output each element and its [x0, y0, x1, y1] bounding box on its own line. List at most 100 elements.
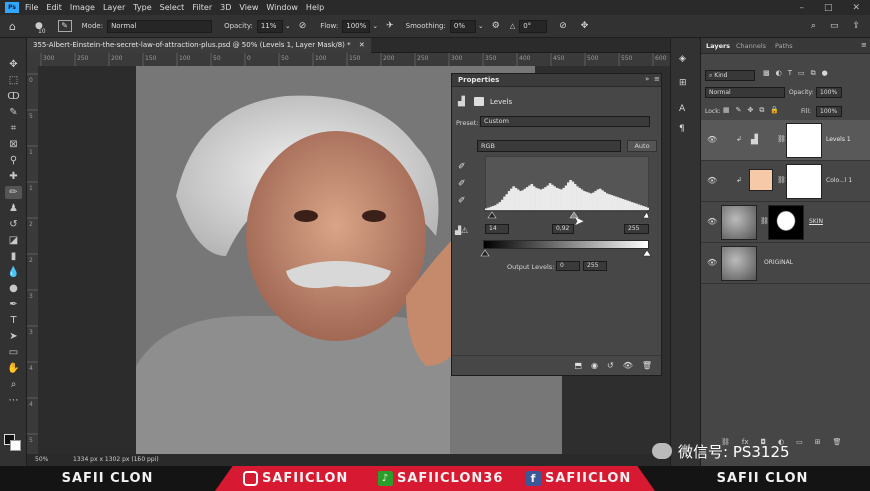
- smart-filter-icon[interactable]: ⧉: [811, 69, 816, 78]
- adjustments-panel-icon[interactable]: ⊞: [679, 78, 687, 88]
- visibility-eye-icon[interactable]: 👁: [707, 217, 717, 226]
- home-icon[interactable]: ⌂: [9, 20, 16, 33]
- layer-mask-thumbnail[interactable]: [768, 205, 804, 240]
- minimize-icon[interactable]: –: [799, 3, 804, 13]
- maximize-icon[interactable]: □: [824, 3, 833, 13]
- input-sliders[interactable]: [485, 211, 649, 219]
- search-icon[interactable]: ⌕: [811, 21, 816, 31]
- menu-window[interactable]: Window: [266, 3, 298, 12]
- zoom-level[interactable]: 50%: [35, 456, 48, 463]
- opacity-dropdown-icon[interactable]: ⌄: [285, 22, 291, 30]
- input-white-field[interactable]: 255: [624, 224, 649, 234]
- type-filter-icon[interactable]: T: [788, 69, 792, 78]
- zoom-tool-icon[interactable]: ⌕: [5, 378, 22, 391]
- pen-tool-icon[interactable]: ✒: [5, 298, 22, 311]
- mode-select[interactable]: Normal: [107, 19, 213, 33]
- input-black-field[interactable]: 14: [485, 224, 509, 234]
- layer-name[interactable]: ORIGINAL: [764, 259, 793, 266]
- quick-select-tool-icon[interactable]: ✎: [5, 106, 22, 119]
- lock-all-icon[interactable]: 🔒: [770, 106, 779, 115]
- visibility-eye-icon[interactable]: 👁: [707, 258, 717, 267]
- menu-view[interactable]: View: [239, 3, 258, 12]
- brush-settings-icon[interactable]: ✎: [57, 20, 72, 32]
- character-panel-icon[interactable]: A: [679, 104, 685, 114]
- view-previous-icon[interactable]: ◉: [591, 361, 598, 370]
- eyedropper-tool-icon[interactable]: ⚲: [5, 154, 22, 167]
- type-tool-icon[interactable]: T: [5, 314, 22, 327]
- banner-instagram[interactable]: SAFIICLON: [243, 466, 348, 491]
- clip-to-layer-icon[interactable]: ⬒: [574, 361, 582, 370]
- layer-mask-thumbnail[interactable]: [786, 123, 822, 158]
- link-icon[interactable]: ⛓: [777, 176, 786, 184]
- input-gamma-field[interactable]: 0,92: [552, 224, 574, 234]
- mask-icon[interactable]: [474, 97, 484, 106]
- histogram[interactable]: [485, 156, 649, 212]
- gradient-tool-icon[interactable]: ▮: [5, 250, 22, 263]
- new-group-icon[interactable]: ▭: [796, 438, 803, 446]
- more-tools-icon[interactable]: ⋯: [5, 394, 22, 407]
- menu-select[interactable]: Select: [160, 3, 185, 12]
- layer-thumbnail[interactable]: [721, 205, 757, 240]
- blur-tool-icon[interactable]: 💧: [5, 266, 22, 279]
- dodge-tool-icon[interactable]: ●: [5, 282, 22, 295]
- layer-mask-thumbnail[interactable]: [786, 164, 822, 199]
- panel-collapse-icon[interactable]: »: [645, 75, 649, 83]
- tab-layers[interactable]: Layers: [706, 42, 730, 50]
- marquee-tool-icon[interactable]: ⬚: [5, 74, 22, 87]
- close-icon[interactable]: ✕: [852, 3, 860, 13]
- lasso-tool-icon[interactable]: ↀ: [5, 90, 22, 103]
- menu-3d[interactable]: 3D: [220, 3, 231, 12]
- reset-icon[interactable]: ↺: [607, 361, 614, 370]
- layer-name[interactable]: Colo...l 1: [826, 177, 852, 184]
- new-layer-icon[interactable]: ⊞: [815, 438, 821, 446]
- visibility-eye-icon[interactable]: 👁: [707, 135, 717, 144]
- status-arrow-icon[interactable]: ›: [137, 456, 139, 463]
- flow-field[interactable]: 100%: [342, 19, 371, 33]
- smoothing-field[interactable]: 0%: [449, 19, 476, 33]
- output-sliders[interactable]: [480, 249, 652, 257]
- smoothing-dropdown-icon[interactable]: ⌄: [478, 22, 484, 30]
- preset-select[interactable]: Custom: [480, 116, 650, 127]
- layer-opacity-field[interactable]: 100%: [816, 87, 842, 98]
- paragraph-panel-icon[interactable]: ¶: [679, 124, 685, 134]
- frame-tool-icon[interactable]: ⊠: [5, 138, 22, 151]
- black-eyedropper-icon[interactable]: ✐: [458, 162, 466, 172]
- lock-position-icon[interactable]: ✥: [748, 106, 754, 115]
- pixel-filter-icon[interactable]: ▩: [763, 69, 770, 78]
- menu-filter[interactable]: Filter: [192, 3, 212, 12]
- opacity-field[interactable]: 11%: [256, 19, 283, 33]
- lock-artboard-icon[interactable]: ⧉: [759, 106, 764, 115]
- delete-layer-icon[interactable]: 🗑: [833, 438, 842, 446]
- layer-name[interactable]: SKIN: [809, 218, 823, 225]
- layer-row-original[interactable]: 👁 ORIGINAL: [701, 243, 870, 284]
- stamp-tool-icon[interactable]: ♟: [5, 202, 22, 215]
- channel-select[interactable]: RGB: [477, 140, 621, 152]
- white-eyedropper-icon[interactable]: ✐: [458, 196, 466, 206]
- shape-tool-icon[interactable]: ▭: [5, 346, 22, 359]
- color-fill-swatch[interactable]: [749, 169, 773, 191]
- gray-eyedropper-icon[interactable]: ✐: [458, 179, 466, 189]
- visibility-eye-icon[interactable]: 👁: [707, 176, 717, 185]
- healing-tool-icon[interactable]: ✚: [5, 170, 22, 183]
- visibility-icon[interactable]: 👁: [623, 361, 633, 370]
- crop-tool-icon[interactable]: ⌗: [5, 122, 22, 135]
- layer-row-levels[interactable]: 👁 ↲ ▟ ⛓ Levels 1: [701, 120, 870, 161]
- adjustment-filter-icon[interactable]: ◐: [776, 69, 782, 78]
- move-tool-icon[interactable]: ✥: [5, 58, 22, 71]
- layer-fill-field[interactable]: 100%: [816, 106, 842, 117]
- output-black-field[interactable]: 0: [556, 261, 580, 271]
- delete-icon[interactable]: 🗑: [642, 361, 652, 370]
- history-brush-icon[interactable]: ↺: [5, 218, 22, 231]
- layer-row-color-fill[interactable]: 👁 ↲ ⛓ Colo...l 1: [701, 161, 870, 202]
- layer-row-skin[interactable]: 👁 ⛓ SKIN: [701, 202, 870, 243]
- pressure-opacity-icon[interactable]: ⊘: [299, 21, 307, 31]
- hand-tool-icon[interactable]: ✋: [5, 362, 22, 375]
- airbrush-icon[interactable]: ✈: [386, 21, 394, 31]
- banner-facebook[interactable]: f SAFIICLON: [526, 466, 631, 491]
- shape-filter-icon[interactable]: ▭: [798, 69, 805, 78]
- output-white-field[interactable]: 255: [583, 261, 607, 271]
- layer-thumbnail[interactable]: [721, 246, 757, 281]
- close-tab-icon[interactable]: ✕: [359, 41, 365, 49]
- eraser-tool-icon[interactable]: ◪: [5, 234, 22, 247]
- menu-edit[interactable]: Edit: [46, 3, 62, 12]
